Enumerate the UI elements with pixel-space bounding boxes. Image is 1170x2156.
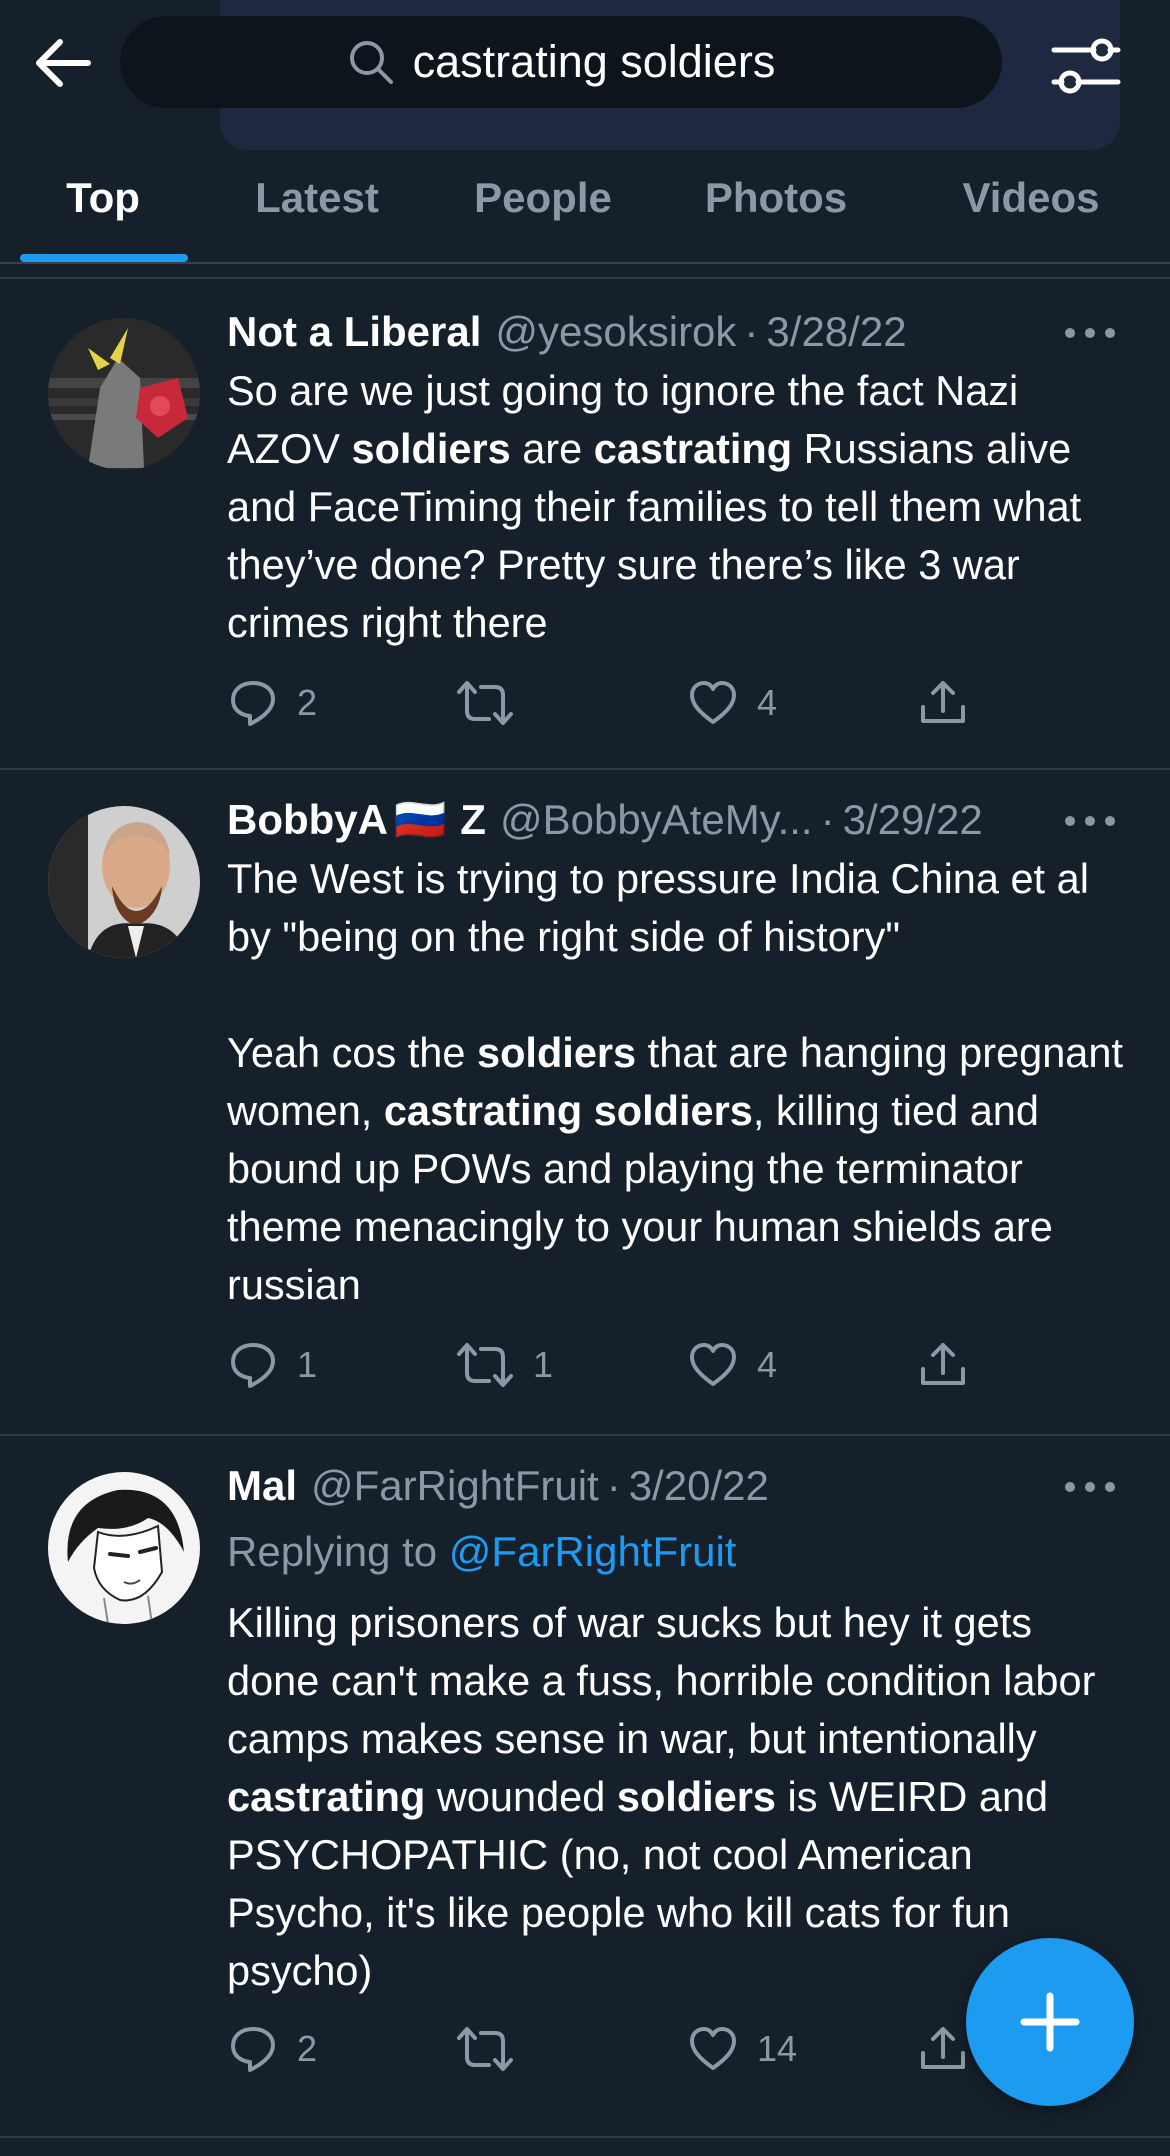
avatar[interactable]	[48, 318, 200, 470]
share-icon	[921, 2027, 965, 2069]
tweet-actions: 1 1 4	[227, 1335, 987, 1395]
filter-sliders-icon	[1051, 38, 1121, 94]
heart-icon	[690, 681, 736, 724]
author-handle[interactable]: @FarRightFruit	[311, 1462, 599, 1510]
search-term-highlight: soldiers	[476, 1029, 637, 1076]
search-query: castrating soldiers	[412, 36, 776, 87]
tab-people[interactable]: People	[474, 174, 612, 222]
tweet-date[interactable]: 3/28/22	[766, 308, 906, 356]
tweet-date[interactable]: 3/29/22	[843, 796, 983, 844]
reply-count: 2	[297, 2028, 318, 2069]
tweet-text: So are we just going to ignore the fact …	[227, 362, 1127, 652]
separator-dot: ·	[820, 796, 835, 843]
like-button[interactable]: 14	[687, 2019, 797, 2079]
reply-button[interactable]: 2	[227, 2019, 317, 2079]
tweet-actions: 2 14	[227, 2019, 987, 2079]
reply-icon	[231, 681, 275, 726]
reply-count: 1	[297, 1344, 318, 1385]
share-button[interactable]	[917, 673, 969, 733]
share-button[interactable]	[917, 2019, 969, 2079]
tab-videos[interactable]: Videos	[963, 174, 1100, 222]
tweet-paragraph: Yeah cos the soldiers that are hanging p…	[227, 1024, 1127, 1314]
more-icon	[1065, 328, 1115, 338]
avatar[interactable]	[48, 1472, 200, 1624]
replying-to-link[interactable]: @FarRightFruit	[449, 1528, 737, 1575]
reply-count: 2	[297, 682, 318, 723]
retweet-icon	[457, 1343, 513, 1387]
retweet-icon	[457, 681, 513, 725]
replying-to: Replying to @FarRightFruit	[227, 1528, 736, 1576]
tweet[interactable]: Not a Liberal @yesoksirok · 3/28/22 So a…	[0, 280, 1170, 770]
share-icon	[921, 1343, 965, 1385]
like-count: 14	[757, 2028, 798, 2069]
author-name[interactable]: Mal	[227, 1462, 297, 1510]
search-term-highlight: castrating	[593, 425, 793, 472]
header: castrating soldiers Top Latest People Ph…	[0, 0, 1170, 264]
more-button[interactable]	[1060, 1477, 1120, 1497]
retweet-button[interactable]	[455, 673, 533, 733]
tab-photos[interactable]: Photos	[705, 174, 847, 222]
header-divider	[0, 262, 1170, 264]
author-name[interactable]: BobbyA	[227, 796, 388, 844]
retweet-count: 1	[533, 1344, 554, 1385]
filter-button[interactable]	[1050, 30, 1122, 102]
tweet-text-segment: Killing prisoners of war sucks but hey i…	[227, 1599, 1096, 1762]
tweet-date[interactable]: 3/20/22	[629, 1462, 769, 1510]
plus-icon	[1020, 1992, 1080, 2052]
more-button[interactable]	[1060, 811, 1120, 831]
share-icon	[921, 681, 965, 723]
back-button[interactable]	[30, 28, 100, 98]
retweet-button[interactable]	[455, 2019, 533, 2079]
like-count: 4	[757, 1344, 778, 1385]
tab-latest[interactable]: Latest	[255, 174, 379, 222]
flag-emoji: 🇷🇺	[394, 795, 447, 843]
reply-button[interactable]: 2	[227, 673, 317, 733]
tweet-text-segment: Yeah cos the	[227, 1029, 477, 1076]
tweet-actions: 2 4	[227, 673, 987, 733]
reply-icon	[231, 2027, 275, 2072]
more-icon	[1065, 816, 1115, 826]
like-button[interactable]: 4	[687, 673, 777, 733]
tweet-text: Killing prisoners of war sucks but hey i…	[227, 1594, 1127, 2000]
replying-to-label: Replying to	[227, 1528, 438, 1575]
search-term-highlight: castrating	[227, 1773, 426, 1820]
author-handle[interactable]: @yesoksirok	[495, 308, 736, 356]
retweet-button[interactable]: 1	[455, 1335, 553, 1395]
heart-icon	[690, 1343, 736, 1386]
share-button[interactable]	[917, 1335, 969, 1395]
divider	[0, 2136, 1170, 2138]
author-name-suffix[interactable]: Z	[460, 796, 486, 844]
search-term-highlight: castrating soldiers	[383, 1087, 753, 1134]
retweet-icon	[457, 2027, 513, 2071]
separator-dot: ·	[606, 1462, 621, 1509]
separator-dot: ·	[744, 308, 759, 355]
author-handle[interactable]: @BobbyAteMy...	[500, 796, 813, 844]
search-icon	[347, 38, 395, 86]
heart-icon	[690, 2027, 736, 2070]
reply-button[interactable]: 1	[227, 1335, 317, 1395]
tweet[interactable]: BobbyA 🇷🇺 Z @BobbyAteMy... · 3/29/22 The…	[0, 770, 1170, 1436]
search-input[interactable]: castrating soldiers	[120, 16, 1002, 108]
divider	[0, 277, 1170, 279]
tweet-text: The West is trying to pressure India Chi…	[227, 850, 1127, 1314]
reply-icon	[231, 1343, 275, 1388]
search-term-highlight: soldiers	[351, 425, 511, 472]
active-tab-indicator	[20, 254, 188, 262]
more-button[interactable]	[1060, 323, 1120, 343]
search-term-highlight: soldiers	[616, 1773, 777, 1820]
tab-top[interactable]: Top	[66, 174, 140, 222]
like-button[interactable]: 4	[687, 1335, 777, 1395]
arrow-left-icon	[36, 39, 91, 87]
search-tabs: Top Latest People Photos Videos	[0, 150, 1170, 262]
tweet-text-segment: wounded	[425, 1773, 617, 1820]
author-name[interactable]: Not a Liberal	[227, 308, 481, 356]
compose-tweet-button[interactable]	[966, 1938, 1134, 2106]
like-count: 4	[757, 682, 778, 723]
more-icon	[1065, 1482, 1115, 1492]
tweet-paragraph: The West is trying to pressure India Chi…	[227, 855, 1089, 960]
avatar[interactable]	[48, 806, 200, 958]
tweet-text-segment: are	[510, 425, 594, 472]
